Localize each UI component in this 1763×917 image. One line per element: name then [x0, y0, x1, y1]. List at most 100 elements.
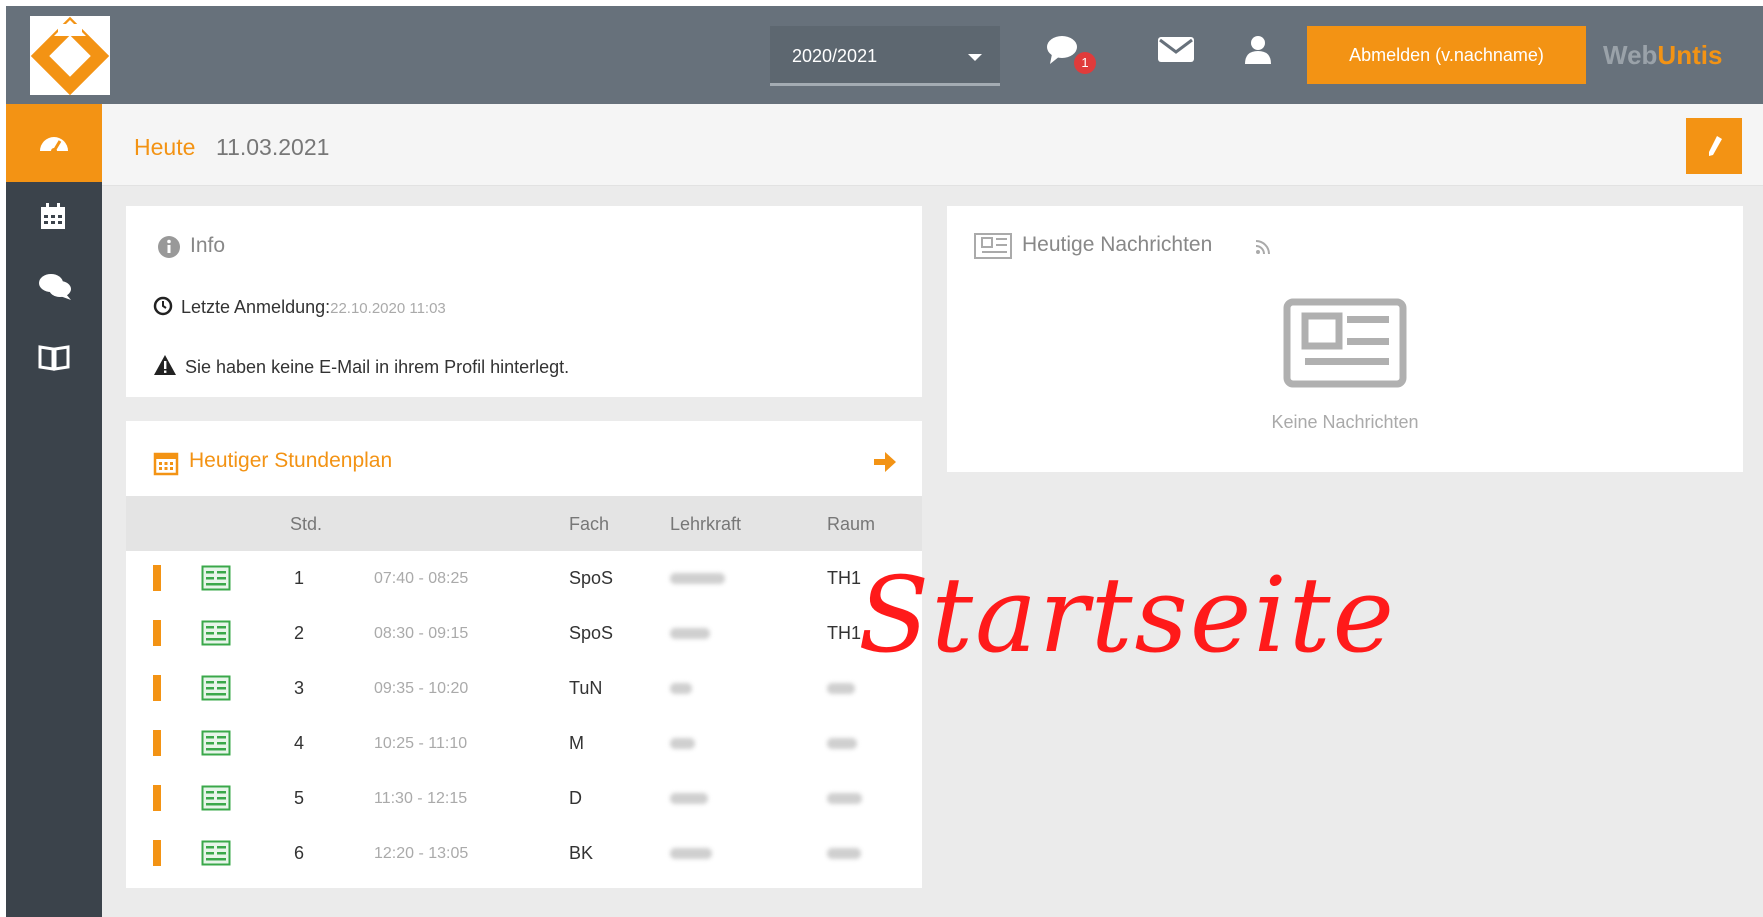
news-empty-text: Keine Nachrichten	[1271, 412, 1419, 432]
chevron-down-icon	[968, 54, 982, 61]
sidebar-item-calendar[interactable]	[6, 182, 102, 252]
rss-icon[interactable]	[1255, 239, 1271, 255]
last-login-row: Letzte Anmeldung:22.10.2020 11:03	[153, 296, 446, 318]
subject-cell: SpoS	[569, 568, 614, 588]
brand-wordmark: WebUntis	[1603, 40, 1722, 71]
subject-cell: M	[569, 733, 584, 753]
empty-news-icon	[1283, 298, 1407, 388]
table-header: Std. Fach Lehrkraft Raum	[126, 496, 922, 551]
time-cell: 11:30 - 12:15	[374, 790, 468, 807]
teacher-redacted	[670, 793, 708, 804]
period-cell: 1	[294, 568, 305, 588]
info-card: Info Letzte Anmeldung:22.10.2020 11:03 S…	[126, 206, 922, 397]
lesson-status-bar	[153, 565, 161, 591]
time-cell: 07:40 - 08:25	[374, 570, 469, 587]
period-cell: 5	[294, 788, 305, 808]
time-cell: 09:35 - 10:20	[374, 680, 469, 697]
col-teacher: Lehrkraft	[670, 514, 742, 534]
lesson-details-icon[interactable]	[201, 840, 231, 866]
edit-dashboard-button[interactable]	[1686, 118, 1742, 174]
today-label: Heute	[134, 134, 196, 160]
lesson-details-icon[interactable]	[201, 675, 231, 701]
lesson-status-bar	[153, 785, 161, 811]
table-row[interactable]: 1 07:40 - 08:25 SpoS TH1	[126, 551, 922, 606]
brand-untis: Untis	[1657, 40, 1723, 70]
info-title: Info	[190, 234, 226, 257]
period-cell: 6	[294, 843, 305, 863]
lesson-details-icon[interactable]	[201, 565, 231, 591]
calendar-icon	[153, 452, 179, 476]
mail-button[interactable]	[1156, 34, 1200, 74]
period-cell: 3	[294, 678, 305, 698]
webuntis-logo[interactable]	[30, 16, 110, 95]
table-row[interactable]: 4 10:25 - 11:10 M	[126, 716, 922, 771]
room-cell: TH1	[827, 568, 862, 588]
sidebar-item-dashboard[interactable]	[6, 104, 102, 182]
brand-web: Web	[1603, 40, 1658, 70]
chat-icon	[39, 274, 71, 300]
timetable-table: Std. Fach Lehrkraft Raum 1 07:40 - 08:25 S…	[126, 496, 922, 881]
email-warning-row: Sie haben keine E-Mail in ihrem Profil h…	[153, 354, 569, 378]
logout-button[interactable]: Abmelden (v.nachname)	[1307, 26, 1586, 84]
teacher-redacted	[670, 628, 710, 639]
profile-button[interactable]	[1242, 34, 1286, 74]
lesson-details-icon[interactable]	[201, 620, 231, 646]
top-bar: 2020/2021 1 Abmelden (v.nachname) WebUnt…	[6, 6, 1763, 104]
messages-button[interactable]: 1	[1046, 34, 1096, 74]
lesson-status-bar	[153, 620, 161, 646]
lesson-details-icon[interactable]	[201, 785, 231, 811]
logo-icon	[30, 16, 110, 95]
dashboard-icon	[40, 137, 68, 154]
period-cell: 2	[294, 623, 305, 643]
room-redacted	[827, 683, 855, 694]
info-icon	[158, 236, 180, 258]
subject-cell: TuN	[569, 678, 603, 698]
unread-badge: 1	[1074, 52, 1096, 74]
col-room: Raum	[827, 514, 876, 534]
lesson-status-bar	[153, 840, 161, 866]
envelope-icon	[1158, 37, 1194, 62]
pencil-icon	[1709, 136, 1722, 156]
teacher-redacted	[670, 848, 712, 859]
webuntis-app: 2020/2021 1 Abmelden (v.nachname) WebUnt…	[6, 6, 1763, 917]
table-row[interactable]: 6 12:20 - 13:05 BK	[126, 826, 922, 881]
email-warning-text: Sie haben keine E-Mail in ihrem Profil h…	[185, 357, 570, 377]
user-icon	[1245, 36, 1271, 64]
sidebar-item-classbook[interactable]	[6, 322, 102, 392]
clock-icon	[153, 296, 173, 316]
room-redacted	[827, 793, 862, 804]
time-cell: 10:25 - 11:10	[374, 735, 468, 752]
time-cell: 08:30 - 09:15	[374, 625, 469, 642]
last-login-value: 22.10.2020 11:03	[330, 300, 446, 317]
room-redacted	[827, 848, 861, 859]
period-cell: 4	[294, 733, 305, 753]
school-year-select[interactable]: 2020/2021	[770, 26, 1000, 86]
arrow-right-icon[interactable]	[870, 447, 900, 477]
teacher-redacted	[670, 683, 692, 694]
subject-cell: BK	[569, 843, 594, 863]
subject-cell: SpoS	[569, 623, 614, 643]
page-header: Heute 11.03.2021	[102, 104, 1763, 186]
lesson-details-icon[interactable]	[201, 730, 231, 756]
timetable-title: Heutiger Stundenplan	[189, 449, 393, 472]
room-redacted	[827, 738, 857, 749]
room-cell: TH1	[827, 623, 862, 643]
sidebar	[6, 104, 102, 917]
table-row[interactable]: 3 09:35 - 10:20 TuN	[126, 661, 922, 716]
teacher-redacted	[670, 573, 725, 584]
book-icon	[38, 345, 70, 371]
lesson-status-bar	[153, 730, 161, 756]
sidebar-item-messages[interactable]	[6, 252, 102, 322]
last-login-label: Letzte Anmeldung:	[181, 297, 331, 317]
table-row[interactable]: 5 11:30 - 12:15 D	[126, 771, 922, 826]
handwritten-annotation: Startseite	[858, 554, 1397, 676]
col-period: Std.	[290, 514, 323, 534]
table-row[interactable]: 2 08:30 - 09:15 SpoS TH1	[126, 606, 922, 661]
news-card: Heutige Nachrichten Keine Nachrichten	[947, 206, 1743, 472]
newspaper-icon	[974, 233, 1012, 259]
subject-cell: D	[569, 788, 582, 808]
school-year-value: 2020/2021	[792, 46, 878, 66]
warning-icon	[154, 355, 176, 375]
time-cell: 12:20 - 13:05	[374, 845, 469, 862]
today-date: 11.03.2021	[216, 134, 330, 160]
